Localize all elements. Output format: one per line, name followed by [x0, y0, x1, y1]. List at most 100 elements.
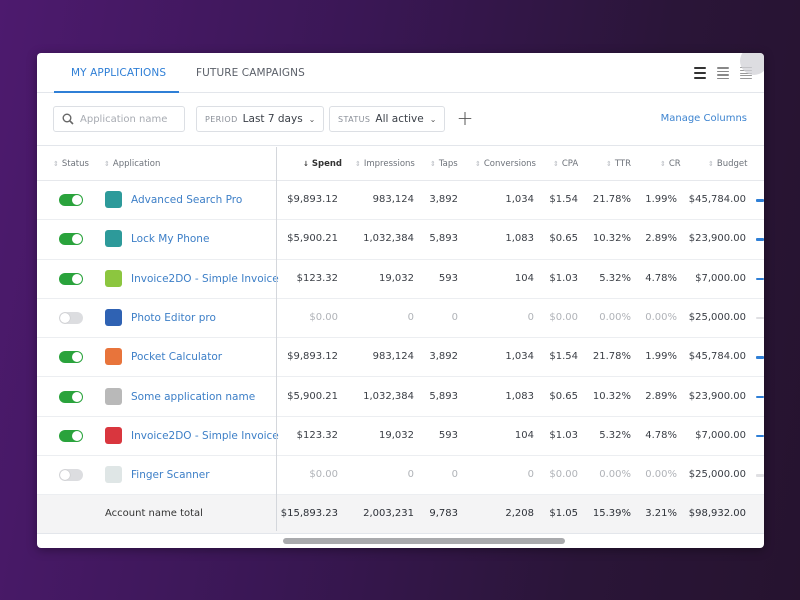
- taps-cell: 0: [451, 469, 458, 481]
- budget-cell: $7,000.00: [695, 272, 746, 284]
- budget-cell: $7,000.00: [695, 429, 746, 441]
- column-header-status[interactable]: ⇕ Status: [53, 159, 89, 169]
- cr-cell: 1.99%: [645, 351, 677, 363]
- column-header-application[interactable]: ⇕ Application: [104, 159, 160, 169]
- spend-cell: $123.32: [296, 272, 338, 284]
- impressions-cell: 983,124: [372, 194, 414, 205]
- cr-cell: 2.89%: [645, 233, 677, 245]
- cpa-cell: $1.03: [549, 429, 578, 441]
- table-row: Invoice2DO - Simple Invoice $123.32 19,0…: [37, 260, 764, 299]
- table-row: Some application name $5,900.21 1,032,38…: [37, 378, 764, 417]
- view-density-large-icon[interactable]: [694, 67, 706, 79]
- table-header: ⇕ Status ⇕ Application ↓ Spend ⇕ Impressions…: [37, 147, 764, 181]
- application-name-link[interactable]: Invoice2DO - Simple Invoice: [131, 273, 279, 285]
- add-filter-button[interactable]: +: [455, 107, 475, 131]
- sort-desc-icon: ↓: [303, 160, 309, 168]
- taps-cell: 593: [438, 272, 458, 284]
- cr-cell: 1.99%: [645, 194, 677, 205]
- spend-cell: $123.32: [296, 429, 338, 441]
- status-toggle[interactable]: [59, 233, 83, 246]
- table-row: Pocket Calculator $9,893.12 983,124 3,89…: [37, 338, 764, 378]
- table-row: Advanced Search Pro $9,893.12 983,124 3,…: [37, 181, 764, 221]
- budget-progress-bar: [756, 395, 764, 398]
- impressions-cell: 1,032,384: [363, 390, 414, 402]
- conversions-cell: 104: [514, 429, 534, 441]
- application-name-link[interactable]: Advanced Search Pro: [131, 194, 242, 206]
- budget-cell: $23,900.00: [688, 233, 746, 245]
- cpa-cell: $1.03: [549, 272, 578, 284]
- table-row: Finger Scanner $0.00 0 0 0 $0.00 0.00% 0…: [37, 456, 764, 496]
- application-name-link[interactable]: Photo Editor pro: [131, 312, 216, 324]
- sort-icon: ⇕: [553, 160, 559, 168]
- status-toggle[interactable]: [59, 311, 83, 324]
- impressions-cell: 19,032: [379, 272, 414, 284]
- status-label: STATUS: [338, 114, 371, 124]
- ttr-cell: 0.00%: [599, 311, 631, 323]
- total-impressions: 2,003,231: [363, 508, 414, 519]
- ttr-cell: 5.32%: [599, 429, 631, 441]
- ttr-cell: 0.00%: [599, 469, 631, 481]
- budget-progress-bar: [756, 277, 764, 281]
- budget-progress-bar: [756, 434, 764, 438]
- tab-future-campaigns[interactable]: FUTURE CAMPAIGNS: [196, 67, 305, 79]
- status-toggle[interactable]: [59, 272, 83, 285]
- manage-columns-link[interactable]: Manage Columns: [661, 113, 747, 124]
- column-header-ttr[interactable]: ⇕ TTR: [606, 159, 631, 169]
- application-search-input[interactable]: [80, 113, 180, 125]
- budget-progress-bar: [756, 199, 764, 202]
- chevron-down-icon: ⌄: [308, 114, 316, 124]
- frozen-column-divider: [276, 147, 277, 531]
- column-header-spend[interactable]: ↓ Spend: [303, 159, 342, 169]
- app-icon: [105, 230, 122, 248]
- toggle-knob: [72, 195, 82, 205]
- status-dropdown[interactable]: STATUS All active ⌄: [329, 106, 446, 132]
- conversions-cell: 1,083: [505, 390, 534, 402]
- budget-progress-bar: [756, 356, 764, 359]
- spend-cell: $0.00: [309, 469, 338, 481]
- impressions-cell: 0: [407, 311, 414, 323]
- total-spend: $15,893.23: [280, 508, 338, 519]
- app-icon: [105, 348, 122, 366]
- cpa-cell: $0.65: [549, 233, 578, 245]
- period-dropdown[interactable]: PERIOD Last 7 days ⌄: [196, 106, 325, 132]
- horizontal-scrollbar[interactable]: [283, 538, 565, 544]
- column-header-conversions[interactable]: ⇕ Conversions: [475, 159, 536, 169]
- conversions-cell: 1,034: [505, 351, 534, 363]
- sort-icon: ⇕: [104, 160, 110, 168]
- total-cpa: $1.05: [549, 508, 578, 519]
- application-name-link[interactable]: Invoice2DO - Simple Invoice: [131, 430, 279, 442]
- application-name-link[interactable]: Lock My Phone: [131, 233, 209, 245]
- application-name-link[interactable]: Some application name: [131, 391, 255, 403]
- application-name-link[interactable]: Finger Scanner: [131, 469, 210, 481]
- tab-my-applications[interactable]: MY APPLICATIONS: [71, 67, 166, 79]
- app-icon: [105, 426, 122, 444]
- column-header-cr[interactable]: ⇕ CR: [660, 159, 681, 169]
- ttr-cell: 5.32%: [599, 272, 631, 284]
- budget-progress-bar: [756, 238, 764, 241]
- toggle-knob: [60, 470, 70, 481]
- taps-cell: 5,893: [429, 233, 458, 245]
- status-toggle[interactable]: [59, 390, 83, 403]
- toggle-knob: [60, 312, 70, 323]
- view-density-medium-icon[interactable]: [717, 67, 729, 79]
- app-icon: [105, 269, 122, 287]
- status-toggle[interactable]: [59, 469, 83, 482]
- cpa-cell: $0.00: [549, 311, 578, 323]
- impressions-cell: 983,124: [372, 351, 414, 363]
- application-name-link[interactable]: Pocket Calculator: [131, 351, 222, 363]
- status-toggle[interactable]: [59, 351, 83, 364]
- total-budget: $98,932.00: [688, 508, 746, 519]
- column-header-taps[interactable]: ⇕ Taps: [430, 159, 458, 169]
- status-toggle[interactable]: [59, 429, 83, 442]
- column-header-budget[interactable]: ⇕ Budget: [708, 159, 747, 169]
- column-header-cpa[interactable]: ⇕ CPA: [553, 159, 578, 169]
- column-header-impressions[interactable]: ⇕ Impressions: [355, 159, 415, 169]
- filter-bar: PERIOD Last 7 days ⌄ STATUS All active ⌄…: [37, 93, 764, 146]
- conversions-cell: 1,083: [505, 233, 534, 245]
- budget-cell: $45,784.00: [688, 194, 746, 205]
- taps-cell: 3,892: [429, 194, 458, 205]
- search-icon: [62, 113, 74, 125]
- total-conversions: 2,208: [505, 508, 534, 519]
- status-toggle[interactable]: [59, 194, 83, 206]
- plus-icon: +: [456, 106, 474, 130]
